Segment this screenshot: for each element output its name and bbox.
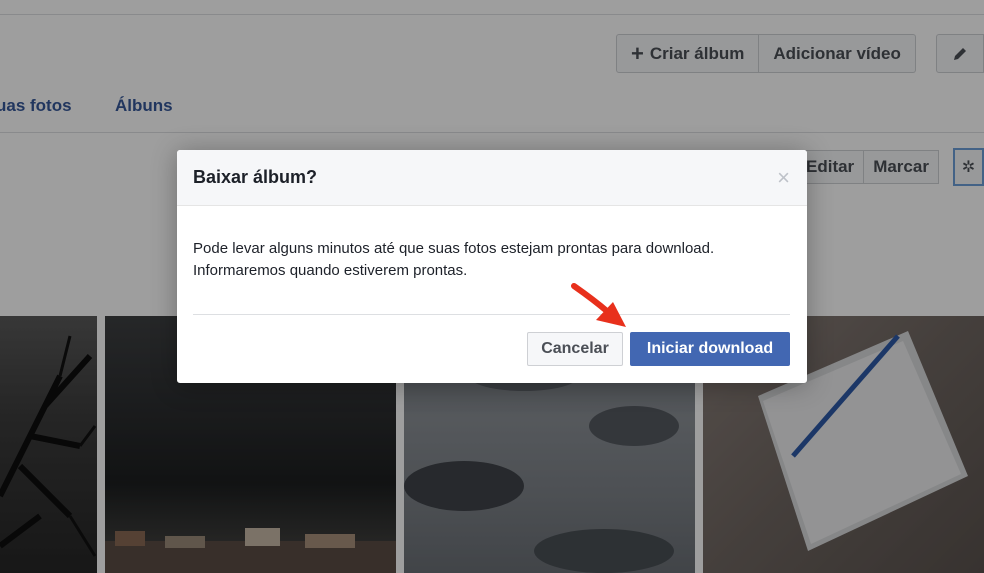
- red-arrow-annotation: [571, 283, 626, 327]
- page: + Criar álbum Adicionar vídeo uas fotos …: [0, 0, 984, 573]
- dialog-message-line-1: Pode levar alguns minutos até que suas f…: [193, 240, 715, 257]
- dialog-message-line-2: Informaremos quando estiverem prontas.: [193, 262, 468, 279]
- cancel-button[interactable]: Cancelar: [527, 332, 623, 366]
- close-icon[interactable]: ×: [777, 167, 790, 189]
- dialog-message: Pode levar alguns minutos até que suas f…: [193, 238, 793, 282]
- dialog-title: Baixar álbum?: [193, 167, 318, 187]
- dialog-divider: [193, 314, 790, 315]
- start-download-button[interactable]: Iniciar download: [630, 332, 790, 366]
- dialog-header: Baixar álbum? ×: [177, 150, 807, 206]
- download-album-dialog: Baixar álbum? × Pode levar alguns minuto…: [177, 150, 807, 383]
